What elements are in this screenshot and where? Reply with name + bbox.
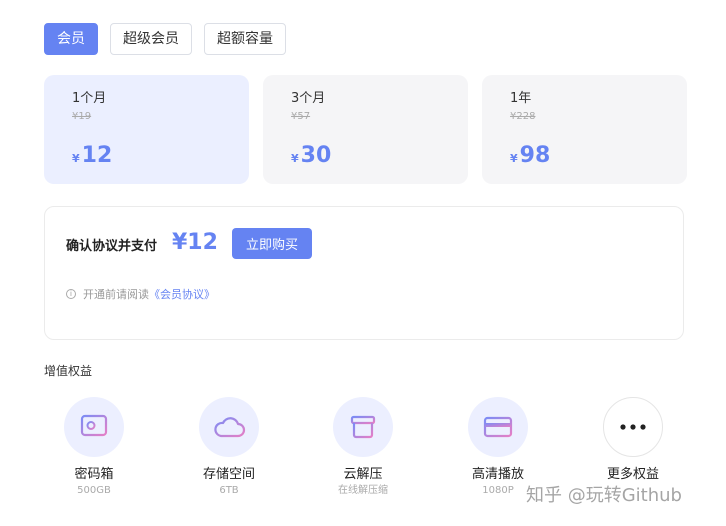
price-value: 30 bbox=[300, 143, 332, 168]
benefit-icon-circle bbox=[468, 397, 528, 457]
plan-original-price: ¥57 bbox=[291, 111, 311, 122]
benefit-detail: 6TB bbox=[219, 485, 239, 496]
total-price: ¥12 bbox=[172, 230, 218, 255]
plan-name: 1年 bbox=[510, 91, 532, 106]
more-dots-icon bbox=[620, 424, 646, 430]
benefit-detail: 在线解压缩 bbox=[338, 485, 388, 496]
benefit-name: 云解压 bbox=[343, 467, 383, 482]
buy-now-button[interactable]: 立即购买 bbox=[232, 228, 312, 259]
plan-price: ¥30 bbox=[291, 143, 331, 168]
info-icon: i bbox=[66, 289, 76, 299]
benefit-password-safe[interactable]: 密码箱 500GB bbox=[44, 397, 144, 497]
benefit-more[interactable]: 更多权益 bbox=[583, 397, 683, 485]
plan-name: 1个月 bbox=[72, 91, 107, 106]
benefit-name: 密码箱 bbox=[74, 467, 114, 482]
benefit-icon-circle bbox=[333, 397, 393, 457]
tab-super-member[interactable]: 超级会员 bbox=[110, 23, 192, 55]
currency-symbol: ¥ bbox=[291, 152, 299, 165]
agreement-notice: i 开通前请阅读 《会员协议》 bbox=[66, 286, 215, 302]
benefit-storage-space[interactable]: 存储空间 6TB bbox=[179, 397, 279, 497]
benefit-cloud-unzip[interactable]: 云解压 在线解压缩 bbox=[313, 397, 413, 497]
price-value: 12 bbox=[81, 143, 113, 168]
plan-options: 1个月 ¥19 ¥12 3个月 ¥57 ¥30 1年 ¥228 ¥98 bbox=[44, 75, 687, 184]
plan-price: ¥98 bbox=[510, 143, 550, 168]
plan-card-1-month[interactable]: 1个月 ¥19 ¥12 bbox=[44, 75, 249, 184]
card-player-icon bbox=[483, 416, 513, 438]
price-value: 98 bbox=[519, 143, 551, 168]
cloud-icon bbox=[214, 417, 246, 438]
tab-extra-capacity[interactable]: 超额容量 bbox=[204, 23, 286, 55]
archive-box-icon bbox=[350, 415, 376, 439]
benefit-icon-circle bbox=[199, 397, 259, 457]
plan-original-price: ¥19 bbox=[72, 111, 92, 122]
safe-icon bbox=[80, 414, 108, 440]
benefit-name: 存储空间 bbox=[202, 467, 255, 482]
plan-type-tabs: 会员 超级会员 超额容量 bbox=[44, 23, 286, 55]
tab-member[interactable]: 会员 bbox=[44, 23, 98, 55]
benefit-detail: 500GB bbox=[77, 485, 111, 496]
plan-price: ¥12 bbox=[72, 143, 112, 168]
payment-confirm-panel: 确认协议并支付 ¥12 立即购买 i 开通前请阅读 《会员协议》 bbox=[44, 206, 684, 340]
plan-card-3-months[interactable]: 3个月 ¥57 ¥30 bbox=[263, 75, 468, 184]
benefits-title: 增值权益 bbox=[44, 364, 93, 378]
notice-text: 开通前请阅读 bbox=[83, 288, 149, 301]
plan-name: 3个月 bbox=[291, 91, 326, 106]
currency-symbol: ¥ bbox=[72, 152, 80, 165]
benefit-icon-circle bbox=[603, 397, 663, 457]
currency-symbol: ¥ bbox=[510, 152, 518, 165]
confirm-title: 确认协议并支付 bbox=[66, 239, 158, 254]
plan-card-1-year[interactable]: 1年 ¥228 ¥98 bbox=[482, 75, 687, 184]
plan-original-price: ¥228 bbox=[510, 111, 536, 122]
watermark: 知乎 @玩转Github bbox=[526, 485, 682, 506]
member-agreement-link[interactable]: 《会员协议》 bbox=[149, 286, 215, 302]
benefit-icon-circle bbox=[64, 397, 124, 457]
